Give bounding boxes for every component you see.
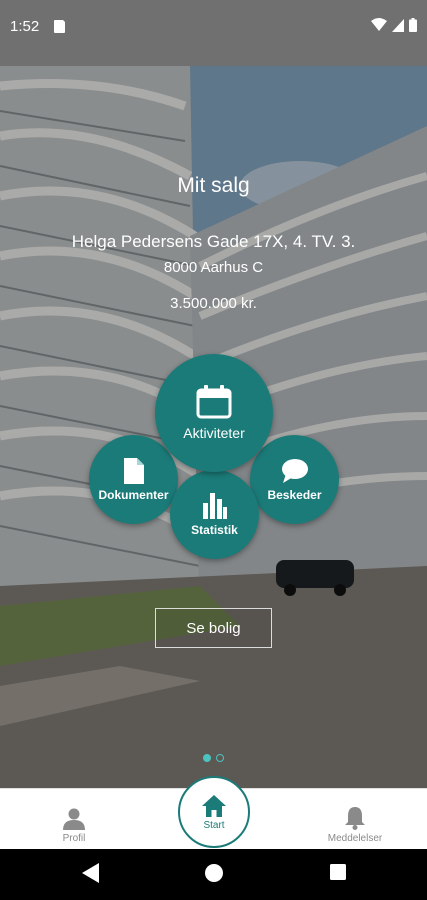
recents-icon[interactable] <box>329 863 347 881</box>
beskeder-button[interactable]: Beskeder <box>250 435 339 524</box>
page-title: Mit salg <box>177 174 250 197</box>
statistik-button[interactable]: Statistik <box>170 470 259 559</box>
sd-card-icon <box>54 19 66 33</box>
page-indicator <box>0 754 427 762</box>
tab-start-label: Start <box>203 819 225 831</box>
back-icon[interactable] <box>82 863 100 883</box>
signal-icon <box>392 18 404 32</box>
home-nav-icon[interactable] <box>204 863 224 883</box>
status-time: 1:52 <box>10 18 40 35</box>
tab-meddelelser-label: Meddelelser <box>327 833 383 844</box>
page-dot-1[interactable] <box>203 754 211 762</box>
aktiviteter-label: Aktiviteter <box>183 425 245 441</box>
beskeder-label: Beskeder <box>267 487 322 502</box>
bell-icon <box>345 807 365 830</box>
calendar-icon <box>196 385 232 419</box>
dokumenter-label: Dokumenter <box>98 487 169 502</box>
tab-meddelelser[interactable]: Meddelelser <box>305 789 405 850</box>
page-dot-2[interactable] <box>216 754 224 762</box>
address-line-2: 8000 Aarhus C <box>163 259 264 276</box>
aktiviteter-button[interactable]: Aktiviteter <box>155 354 273 472</box>
tab-start[interactable]: Start <box>178 776 250 848</box>
se-bolig-button[interactable]: Se bolig <box>155 608 272 648</box>
person-icon <box>63 808 85 830</box>
document-icon <box>123 457 144 484</box>
wifi-icon <box>371 18 387 31</box>
dokumenter-button[interactable]: Dokumenter <box>89 435 178 524</box>
chat-icon <box>281 458 308 483</box>
bar-chart-icon <box>202 492 227 519</box>
tab-profil[interactable]: Profil <box>24 789 124 850</box>
home-icon <box>202 794 226 817</box>
hero-section: Mit salg Helga Pedersens Gade 17X, 4. TV… <box>0 66 427 788</box>
system-nav-bar <box>0 849 427 900</box>
status-icons <box>371 18 417 32</box>
status-bar: 1:52 <box>0 0 427 66</box>
battery-icon <box>409 18 417 32</box>
address-line-1: Helga Pedersens Gade 17X, 4. TV. 3. <box>71 232 356 251</box>
statistik-label: Statistik <box>191 522 238 537</box>
tab-profil-label: Profil <box>62 833 86 844</box>
price: 3.500.000 kr. <box>170 295 257 312</box>
